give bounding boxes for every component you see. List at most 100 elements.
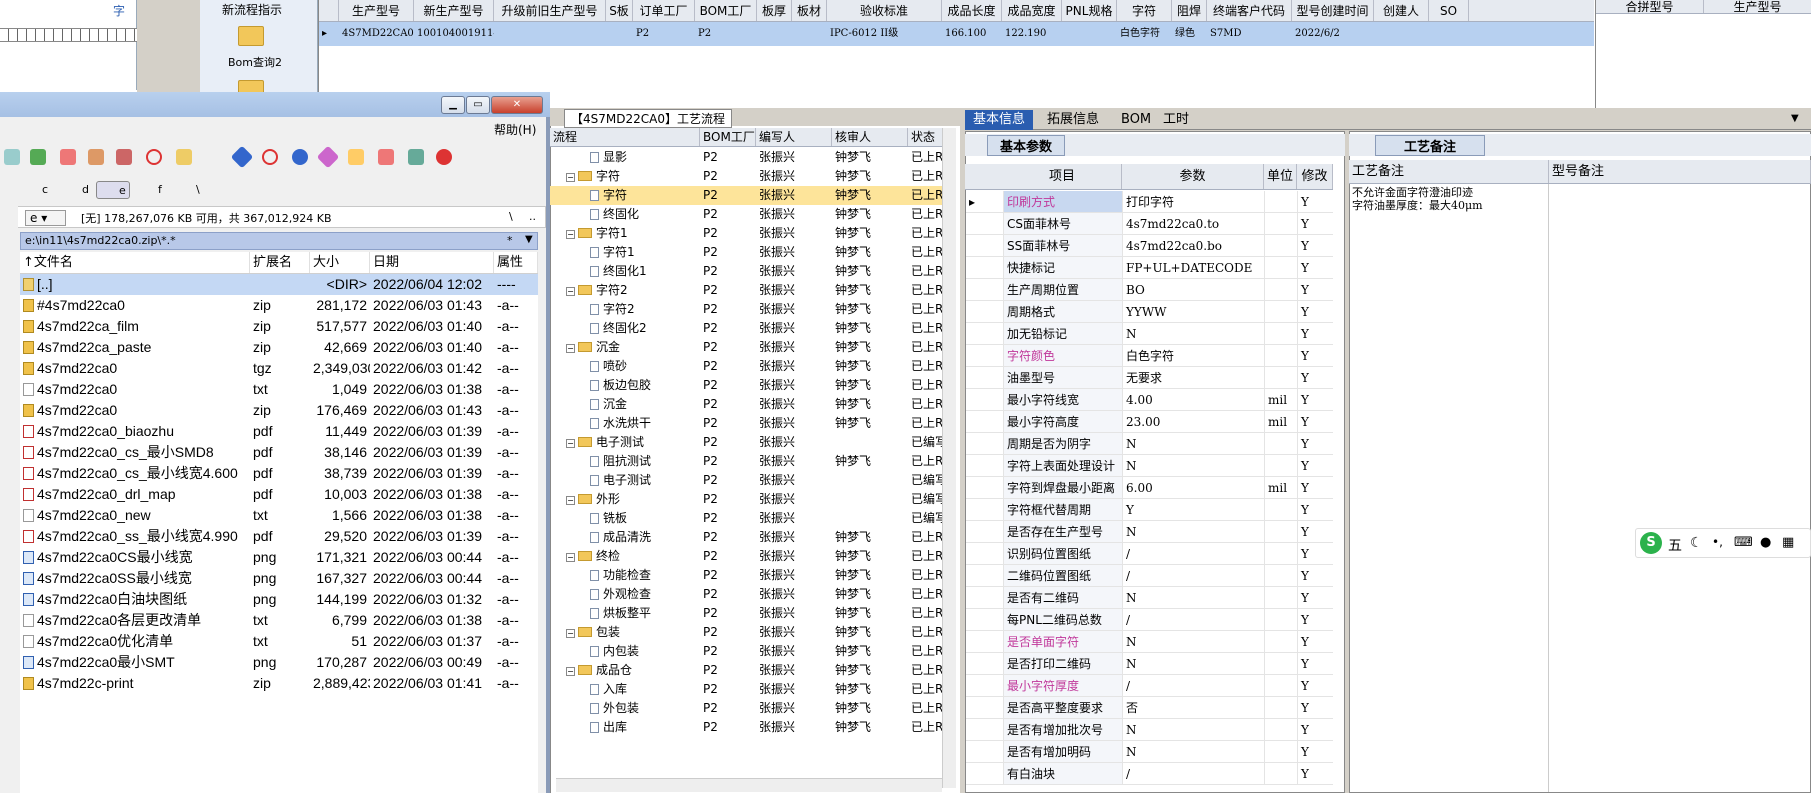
file-row[interactable]: 4s7md22ca0优化清单 txt 51 2022/06/03 01:37 -a-- [20, 631, 538, 652]
stop-icon[interactable] [146, 149, 162, 165]
grid-col-header[interactable]: 阻焊 [1172, 0, 1207, 21]
param-row[interactable]: 是否高平整度要求否 Y [966, 697, 1333, 719]
grid-col-header[interactable]: 成品长度 [942, 0, 1002, 21]
col-item-header[interactable]: 项目 [1003, 164, 1122, 189]
process-row[interactable]: 字符2 P2 张振兴 钟梦飞 已上R [550, 300, 942, 319]
process-row[interactable]: 板边包胶 P2 张振兴 钟梦飞 已上R [550, 376, 942, 395]
grid-col-header[interactable]: 生产型号 [339, 0, 414, 21]
file-row[interactable]: 4s7md22ca0_new txt 1,566 2022/06/03 01:38 -a… [20, 505, 538, 526]
pdf-icon[interactable] [60, 149, 76, 165]
process-row[interactable]: 字符 P2 张振兴 钟梦飞 已上R [550, 186, 942, 205]
param-row[interactable]: 字符上表面处理设计 N Y [966, 455, 1333, 477]
process-row[interactable]: − 字符2 P2 张振兴 钟梦飞 已上R [550, 281, 942, 300]
process-row[interactable]: 终固化 P2 张振兴 钟梦飞 已上R [550, 205, 942, 224]
process-row[interactable]: − 沉金 P2 张振兴 钟梦飞 已上R [550, 338, 942, 357]
col-process-memo-header[interactable]: 工艺备注 [1349, 160, 1549, 183]
col-unit-header[interactable]: 单位 [1264, 164, 1297, 189]
col-bom-header[interactable]: BOM工厂 [700, 128, 756, 146]
path-bar[interactable]: e:\in11\4s7md22ca0.zip\*.* * ▼ [20, 232, 538, 250]
grid-col-header[interactable]: 订单工厂 [633, 0, 695, 21]
param-row[interactable]: 字符到焊盘最小距离 6.00 mil Y [966, 477, 1333, 499]
param-row[interactable]: CS面菲林号 4s7md22ca0.to Y [966, 213, 1333, 235]
menu-help[interactable]: 帮助(H) [494, 121, 536, 138]
col-date-header[interactable]: 日期 [370, 252, 494, 273]
product-grid-row[interactable]: ▸ 4S7MD22CA010010400191147 P2 P2 IPC-6012 II… [319, 22, 1594, 46]
param-row[interactable]: ▸ 印刷方式 打印字符 Y [966, 191, 1333, 213]
param-row[interactable]: 是否有增加批次号 N Y [966, 719, 1333, 741]
param-row[interactable]: SS面菲林号 4s7md22ca0.bo Y [966, 235, 1333, 257]
path-filter[interactable]: * [507, 234, 513, 247]
grid-col-header[interactable]: BOM工厂 [695, 0, 757, 21]
param-row[interactable]: 每PNL二维码总数 / Y [966, 609, 1333, 631]
col-reviewer-header[interactable]: 核审人 [832, 128, 908, 146]
process-row[interactable]: − 成品仓 P2 张振兴 钟梦飞 已上R [550, 661, 942, 680]
param-row[interactable]: 是否单面字符 N Y [966, 631, 1333, 653]
process-row[interactable]: 外包装 P2 张振兴 钟梦飞 已上R [550, 699, 942, 718]
file-row[interactable]: 4s7md22ca0 zip 176,469 2022/06/03 01:43 -a-- [20, 400, 538, 421]
grid-col-header[interactable]: S板 [606, 0, 633, 21]
shape-icon[interactable] [316, 145, 340, 169]
basic-section-label[interactable]: 基本参数 [987, 135, 1066, 156]
grid-col-header[interactable]: PNL规格 [1062, 0, 1117, 21]
file-row[interactable]: #4s7md22ca0 zip 281,172 2022/06/03 01:43 -a-… [20, 295, 538, 316]
param-row[interactable]: 是否有增加明码 N Y [966, 741, 1333, 763]
grid-col-header[interactable]: 成品宽度 [1002, 0, 1062, 21]
grid-col-header[interactable]: 升级前旧生产型号 [494, 0, 606, 21]
expand-icon[interactable]: − [566, 287, 575, 296]
keyboard-icon[interactable]: ⌨ [1734, 535, 1753, 550]
tab-hours[interactable]: 工时 [1155, 110, 1197, 130]
close-button[interactable]: ✕ [491, 96, 543, 114]
merge-col-header[interactable]: 合拼型号 [1596, 0, 1704, 13]
stop-icon[interactable] [262, 149, 278, 165]
process-row[interactable]: 沉金 P2 张振兴 钟梦飞 已上R [550, 395, 942, 414]
folder-icon[interactable] [348, 149, 364, 165]
process-row[interactable]: 终固化1 P2 张振兴 钟梦飞 已上R [550, 262, 942, 281]
up-button[interactable]: .. [529, 210, 536, 223]
process-row[interactable]: 水洗烘干 P2 张振兴 钟梦飞 已上R [550, 414, 942, 433]
close-icon[interactable] [436, 149, 452, 165]
param-row[interactable]: 是否有二维码 N Y [966, 587, 1333, 609]
bookmark-icon[interactable] [88, 149, 104, 165]
process-row[interactable]: 终固化2 P2 张振兴 钟梦飞 已上R [550, 319, 942, 338]
production-col-header[interactable]: 生产型号 [1704, 0, 1811, 13]
process-row[interactable]: 外观检查 P2 张振兴 钟梦飞 已上R [550, 585, 942, 604]
col-ext-header[interactable]: 扩展名 [250, 252, 310, 273]
copy-icon[interactable] [4, 149, 20, 165]
file-row[interactable]: 4s7md22ca0_biaozhu pdf 11,449 2022/06/03 01… [20, 421, 538, 442]
grid-col-header[interactable]: 板厚 [757, 0, 792, 21]
expand-icon[interactable]: − [566, 173, 575, 182]
row-indicator[interactable] [319, 0, 339, 21]
grid-col-header[interactable]: 创建人 [1374, 0, 1429, 21]
process-row[interactable]: 电子测试 P2 张振兴 已编写 [550, 471, 942, 490]
ime-toolbar[interactable]: S 五 ☾ •, ⌨ ● ▦ [1635, 528, 1811, 558]
grid-col-header[interactable]: 型号创建时间 [1292, 0, 1374, 21]
grid-col-header[interactable]: 终端客户代码 [1207, 0, 1292, 21]
pdf-icon[interactable] [378, 149, 394, 165]
punctuation-icon[interactable]: •, [1712, 535, 1723, 549]
maximize-button[interactable]: ▭ [466, 96, 490, 114]
process-row[interactable]: 成品清洗 P2 张振兴 钟梦飞 已上R [550, 528, 942, 547]
param-row[interactable]: 周期是否为阴字 N Y [966, 433, 1333, 455]
process-row[interactable]: 喷砂 P2 张振兴 钟梦飞 已上R [550, 357, 942, 376]
file-row[interactable]: 4s7md22ca0_drl_map pdf 10,003 2022/06/03 01… [20, 484, 538, 505]
tab-extended[interactable]: 拓展信息 [1039, 110, 1107, 130]
expand-icon[interactable]: − [566, 439, 575, 448]
process-row[interactable]: − 电子测试 P2 张振兴 已编写 [550, 433, 942, 452]
drive-f[interactable]: f [136, 181, 162, 199]
user-icon[interactable]: ● [1760, 535, 1771, 550]
param-row[interactable]: 加无铅标记 N Y [966, 323, 1333, 345]
network-drive[interactable]: \ [174, 181, 200, 199]
process-row[interactable]: 功能检查 P2 张振兴 钟梦飞 已上R [550, 566, 942, 585]
drive-c[interactable]: c [20, 181, 48, 199]
ime-mode[interactable]: 五 [1668, 535, 1682, 555]
process-row[interactable]: 出库 P2 张振兴 钟梦飞 已上R [550, 718, 942, 737]
col-size-header[interactable]: 大小 [310, 252, 370, 273]
folder-icon[interactable] [238, 26, 264, 46]
chevron-down-icon[interactable]: ▼ [525, 234, 533, 245]
grid-col-header[interactable]: 新生产型号 [414, 0, 494, 21]
shape-icon[interactable] [230, 145, 254, 169]
param-row[interactable]: 字符颜色 白色字符 Y [966, 345, 1333, 367]
file-row[interactable]: 4s7md22ca0 tgz 2,349,030 2022/06/03 01:42 -a… [20, 358, 538, 379]
chevron-down-icon[interactable]: ▼ [1791, 113, 1799, 124]
col-name-header[interactable]: ↑文件名 [20, 252, 250, 273]
